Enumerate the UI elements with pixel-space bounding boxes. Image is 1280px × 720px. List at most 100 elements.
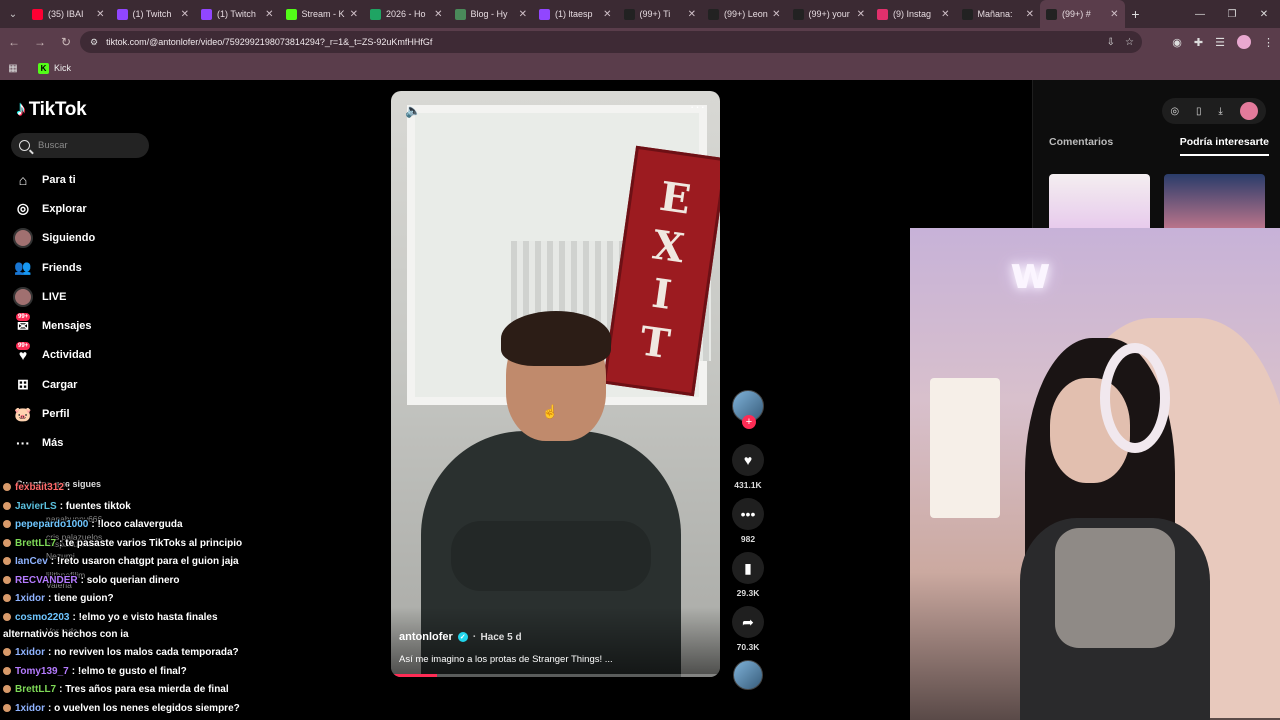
- browser-tab[interactable]: (1) Twitch ✕: [111, 0, 196, 28]
- browser-tab[interactable]: (1) Twitch ✕: [195, 0, 280, 28]
- browser-tab[interactable]: (1) ltaesp ✕: [533, 0, 618, 28]
- tab-close-icon[interactable]: ✕: [181, 9, 189, 20]
- browser-tab[interactable]: Mañana: ✕: [956, 0, 1041, 28]
- tab-comments[interactable]: Comentarios: [1049, 136, 1113, 156]
- forward-icon[interactable]: →: [28, 30, 52, 54]
- chat-username[interactable]: BrettLL7: [15, 538, 56, 549]
- tab-close-icon[interactable]: ✕: [350, 9, 358, 20]
- chat-username[interactable]: JavierLS: [15, 501, 57, 512]
- compass-icon[interactable]: ◎: [1170, 106, 1179, 117]
- separator: ·: [472, 631, 477, 643]
- tab-close-icon[interactable]: ✕: [1110, 9, 1118, 20]
- apps-grid-icon[interactable]: ▦: [0, 63, 26, 74]
- tab-label: (99+) your: [808, 9, 850, 19]
- live-icon: [12, 286, 34, 308]
- sidebar-item-para-ti[interactable]: ⌂ Para ti: [12, 165, 182, 194]
- follow-plus-icon[interactable]: +: [742, 415, 756, 429]
- video-player[interactable]: EXIT 🔈 ··· antonlofer ✓ · Hace 5 d Así m…: [391, 91, 720, 677]
- address-bar[interactable]: ⚙ tiktok.com/@antonlofer/video/759299219…: [80, 31, 1142, 53]
- sidebar-item-cargar[interactable]: ⊞ Cargar: [12, 370, 182, 399]
- tab-close-icon[interactable]: ✕: [434, 9, 442, 20]
- puzzle-icon[interactable]: ✚: [1194, 36, 1203, 49]
- chat-username[interactable]: 1xidor: [15, 593, 45, 604]
- chat-username[interactable]: Tomy139_7: [15, 666, 69, 677]
- menu-icon[interactable]: ⋮: [1263, 36, 1274, 49]
- browser-tab[interactable]: (99+) Ti ✕: [618, 0, 703, 28]
- save-count: 29.3K: [736, 588, 760, 598]
- browser-tab[interactable]: Blog - Hy ✕: [449, 0, 534, 28]
- chat-username[interactable]: cosmo2203: [15, 612, 69, 623]
- bookmark-kick[interactable]: K Kick: [38, 62, 71, 74]
- tab-close-icon[interactable]: ✕: [265, 9, 273, 20]
- sidebar-item-mensajes[interactable]: ✉ 99+ Mensajes: [12, 311, 182, 340]
- chat-username[interactable]: RECVANDER: [15, 575, 78, 586]
- chat-username[interactable]: IanCev: [15, 556, 48, 567]
- browser-tab[interactable]: (99+) Leon ✕: [702, 0, 787, 28]
- tab-suggested[interactable]: Podría interesarte: [1179, 136, 1269, 156]
- tab-close-icon[interactable]: ✕: [1026, 9, 1034, 20]
- tab-close-icon[interactable]: ✕: [941, 9, 949, 20]
- close-window-icon[interactable]: ✕: [1248, 0, 1280, 28]
- video-progress-bar[interactable]: [391, 674, 720, 677]
- sidebar-item-explorar[interactable]: ◎ Explorar: [12, 194, 182, 223]
- author-avatar[interactable]: +: [732, 390, 764, 429]
- tabs-container: (35) IBAI ✕ (1) Twitch ✕ (1) Twitch ✕ Stream -…: [26, 0, 1125, 28]
- browser-tab[interactable]: (9) Instag ✕: [871, 0, 956, 28]
- sidebar-item-perfil[interactable]: 🐷 Perfil: [12, 399, 182, 428]
- minimize-icon[interactable]: —: [1184, 0, 1216, 28]
- install-app-icon[interactable]: ⇩: [1107, 37, 1115, 48]
- back-icon[interactable]: ←: [2, 30, 26, 54]
- chat-badge-icon: [3, 704, 11, 712]
- new-tab-button[interactable]: +: [1125, 6, 1147, 22]
- browser-tab[interactable]: (99+) # ✕: [1040, 0, 1125, 28]
- like-button[interactable]: ♥: [732, 444, 764, 476]
- tab-list-icon[interactable]: ☰: [1215, 36, 1225, 49]
- video-more-icon[interactable]: ···: [690, 99, 706, 114]
- chat-username[interactable]: 1xidor: [15, 703, 45, 714]
- tab-close-icon[interactable]: ✕: [857, 9, 865, 20]
- tab-close-icon[interactable]: ✕: [603, 9, 611, 20]
- profile-avatar[interactable]: [1237, 35, 1251, 49]
- browser-tab[interactable]: 2026 - Ho ✕: [364, 0, 449, 28]
- chat-username[interactable]: pepepardo1000: [15, 519, 88, 530]
- chat-message: 1xidor: tiene guion?: [3, 593, 114, 604]
- tab-search-icon[interactable]: ⌄: [0, 0, 26, 28]
- sidebar-item-friends[interactable]: 👥 Friends: [12, 253, 182, 282]
- browser-tab[interactable]: Stream - K ✕: [280, 0, 365, 28]
- video-author[interactable]: antonlofer: [399, 631, 453, 643]
- volume-icon[interactable]: 🔈: [405, 103, 421, 119]
- sidebar-item-live[interactable]: LIVE: [12, 282, 182, 311]
- sound-disc-icon[interactable]: [733, 660, 763, 690]
- search-input[interactable]: Buscar: [11, 133, 149, 158]
- video-description[interactable]: Así me imagino a los protas de Stranger …: [399, 654, 613, 665]
- phone-icon[interactable]: ▯: [1196, 106, 1202, 117]
- tiktok-logo[interactable]: ♪ TikTok: [16, 98, 87, 121]
- download-icon[interactable]: ⤓: [1218, 106, 1222, 117]
- tab-close-icon[interactable]: ✕: [96, 9, 104, 20]
- extension-icon[interactable]: ◉: [1172, 36, 1182, 49]
- bookmark-star-icon[interactable]: ☆: [1125, 37, 1134, 48]
- tab-close-icon[interactable]: ✕: [688, 9, 696, 20]
- save-button[interactable]: ▮: [732, 552, 764, 584]
- share-button[interactable]: ➦: [732, 606, 764, 638]
- sidebar-item-m-s[interactable]: ··· Más: [12, 429, 182, 458]
- suggested-thumbnail[interactable]: [1164, 174, 1265, 234]
- chat-username[interactable]: 1xidor: [15, 647, 45, 658]
- browser-tab[interactable]: (35) IBAI ✕: [26, 0, 111, 28]
- sidebar-item-siguiendo[interactable]: Siguiendo: [12, 224, 182, 253]
- notification-badge: 99+: [16, 342, 31, 351]
- sidebar-item-actividad[interactable]: ♥ 99+ Actividad: [12, 341, 182, 370]
- tab-close-icon[interactable]: ✕: [772, 9, 780, 20]
- tab-close-icon[interactable]: ✕: [519, 9, 527, 20]
- chat-username[interactable]: fexbait312: [15, 482, 64, 493]
- user-avatar[interactable]: [1239, 102, 1258, 120]
- site-info-icon[interactable]: ⚙: [90, 37, 98, 48]
- reload-icon[interactable]: ↻: [54, 30, 78, 54]
- chat-badge-icon: [3, 502, 11, 510]
- comment-button[interactable]: •••: [732, 498, 764, 530]
- chat-username[interactable]: BrettLL7: [15, 684, 56, 695]
- restore-icon[interactable]: ❐: [1216, 0, 1248, 28]
- chat-text: : tiene guion?: [48, 593, 114, 604]
- suggested-thumbnail[interactable]: [1049, 174, 1150, 234]
- browser-tab[interactable]: (99+) your ✕: [787, 0, 872, 28]
